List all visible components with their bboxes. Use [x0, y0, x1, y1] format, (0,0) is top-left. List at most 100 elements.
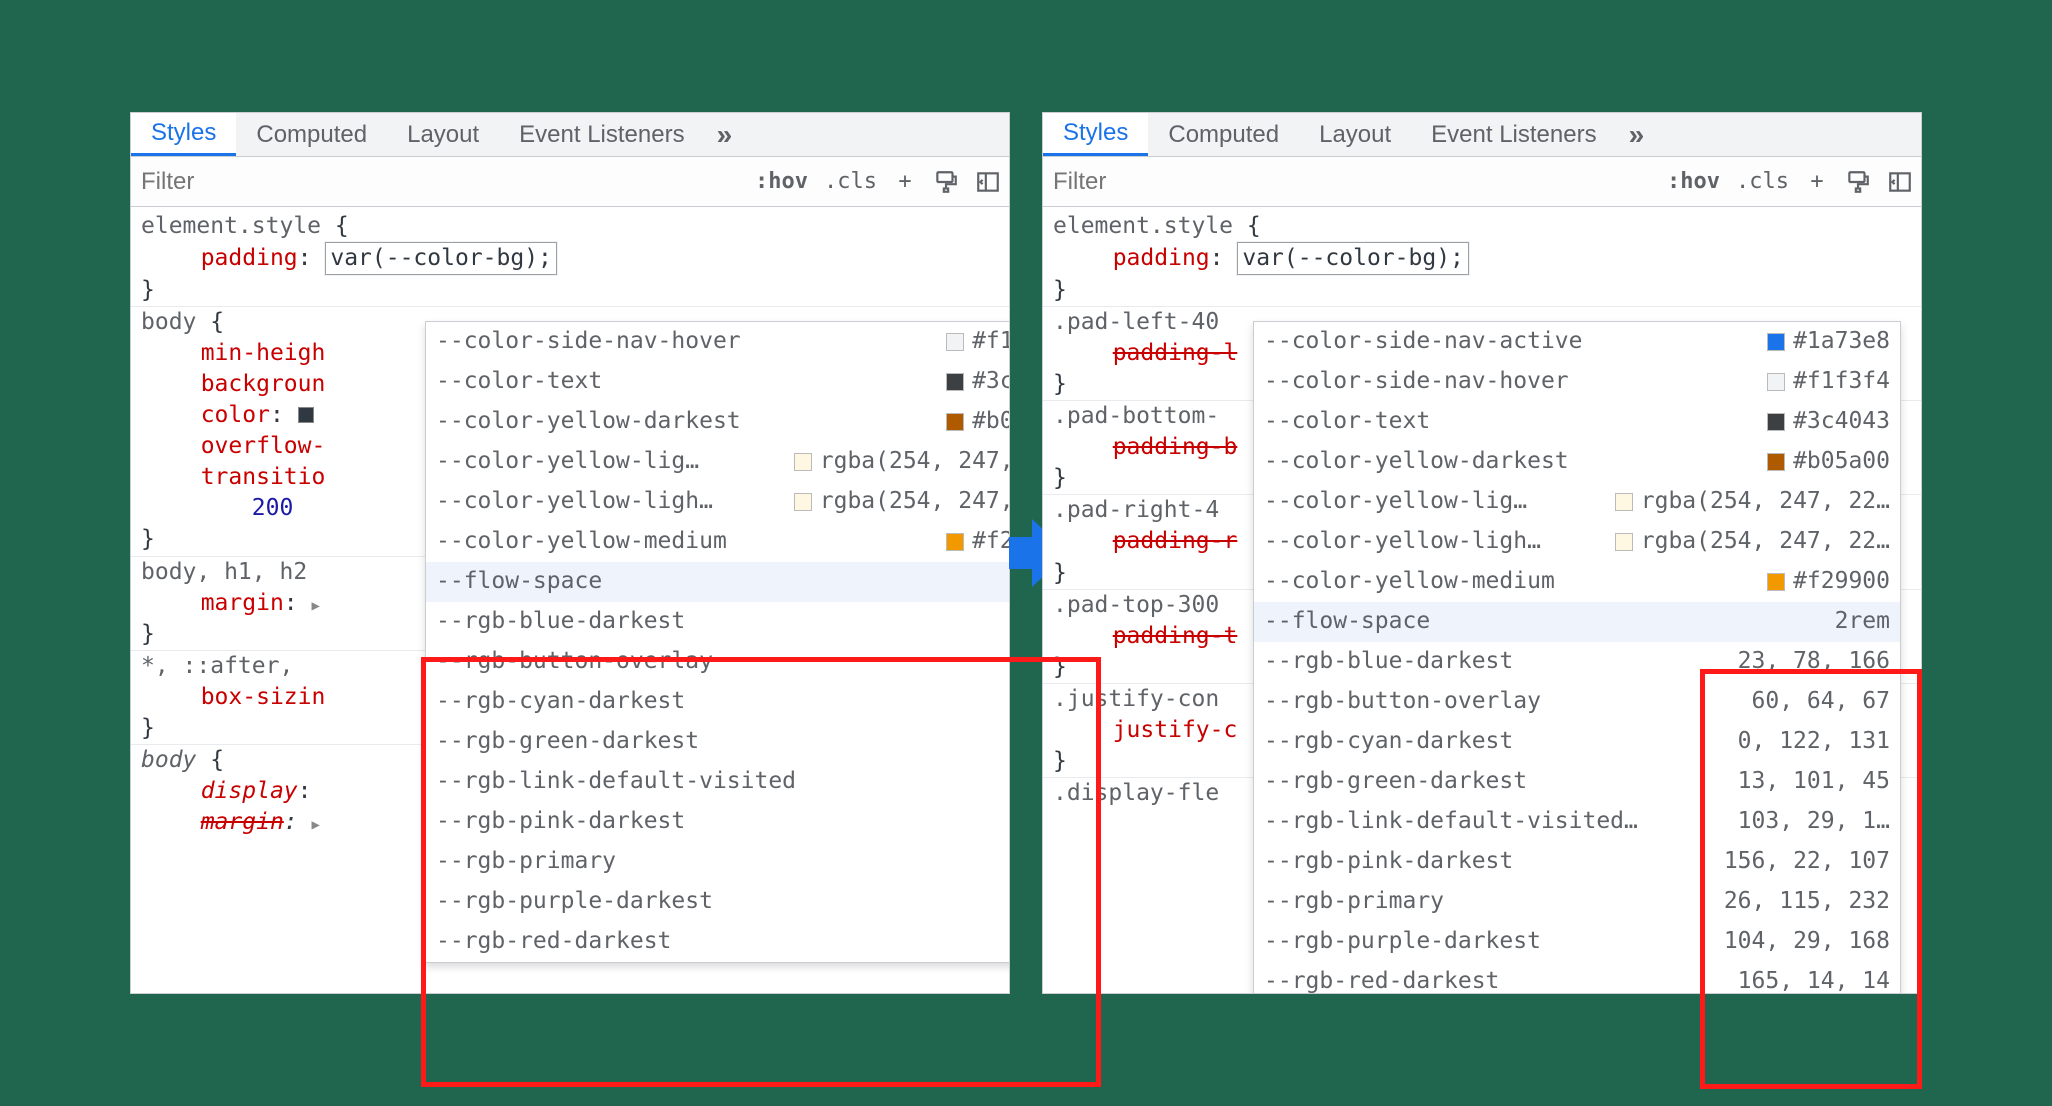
autocomplete-label: --rgb-button-overlay: [1264, 686, 1744, 717]
paint-icon[interactable]: [925, 157, 967, 206]
autocomplete-value: 103, 29, 1…: [1738, 806, 1890, 837]
value-edit-input[interactable]: var(--color-bg);: [1237, 242, 1469, 275]
tab-layout[interactable]: Layout: [387, 113, 499, 156]
autocomplete-label: --rgb-pink-darkest: [436, 806, 1009, 837]
autocomplete-item[interactable]: --color-side-nav-hover #f1f3f4: [426, 322, 1009, 362]
autocomplete-item[interactable]: --color-yellow-medium#f29900: [426, 522, 1009, 562]
autocomplete-value: #f29900: [1793, 566, 1890, 597]
color-swatch-icon: [946, 533, 964, 551]
autocomplete-value: 26, 115, 232: [1724, 886, 1890, 917]
autocomplete-item[interactable]: --rgb-button-overlay: [426, 642, 1009, 682]
autocomplete-label: --color-yellow-darkest: [436, 406, 938, 437]
autocomplete-item[interactable]: --color-text #3c4043: [426, 362, 1009, 402]
autocomplete-value: #3c4043: [1793, 406, 1890, 437]
hov-toggle[interactable]: :hov: [1659, 157, 1728, 206]
tab-computed[interactable]: Computed: [236, 113, 387, 156]
color-swatch-icon: [794, 453, 812, 471]
autocomplete-value: #3c4043: [972, 366, 1009, 397]
autocomplete-item[interactable]: --rgb-pink-darkest156, 22, 107: [1254, 842, 1900, 882]
autocomplete-value: #b05a00: [972, 406, 1009, 437]
autocomplete-item[interactable]: --rgb-pink-darkest: [426, 802, 1009, 842]
color-swatch-icon: [1615, 493, 1633, 511]
autocomplete-item[interactable]: --color-yellow-lig…rgba(254, 247, 22…: [426, 442, 1009, 482]
autocomplete-item[interactable]: --flow-space2rem: [1254, 602, 1900, 642]
autocomplete-label: --rgb-cyan-darkest: [436, 686, 1009, 717]
rules-list: element.style { padding: var(--color-bg)…: [131, 207, 1009, 993]
tabs-overflow[interactable]: »: [705, 113, 745, 156]
autocomplete-label: --rgb-blue-darkest: [1264, 646, 1730, 677]
color-swatch-icon: [1767, 333, 1785, 351]
autocomplete-label: --color-yellow-medium: [436, 526, 938, 557]
new-rule-button[interactable]: +: [1797, 157, 1837, 206]
autocomplete-label: --color-yellow-lig…: [1264, 486, 1607, 517]
filter-input[interactable]: [1043, 168, 1659, 196]
autocomplete-item[interactable]: --rgb-blue-darkest 23, 78, 166: [1254, 642, 1900, 682]
devtools-panel-right: Styles Computed Layout Event Listeners »…: [1042, 112, 1922, 994]
autocomplete-item[interactable]: --rgb-red-darkest165, 14, 14: [1254, 962, 1900, 993]
autocomplete-item[interactable]: --color-text#3c4043: [1254, 402, 1900, 442]
autocomplete-value: 23, 78, 166: [1738, 646, 1890, 677]
autocomplete-label: --color-side-nav-hover: [1264, 366, 1759, 397]
autocomplete-value: rgba(254, 247, 22…: [820, 446, 1009, 477]
autocomplete-label: --rgb-green-darkest: [1264, 766, 1730, 797]
tabs-bar: Styles Computed Layout Event Listeners »: [1043, 113, 1921, 157]
color-swatch-icon: [946, 373, 964, 391]
autocomplete-item[interactable]: --color-yellow-medium#f29900: [1254, 562, 1900, 602]
autocomplete-label: --flow-space: [436, 566, 1009, 597]
autocomplete-value: #f1f3f4: [972, 326, 1009, 357]
autocomplete-item[interactable]: --rgb-blue-darkest: [426, 602, 1009, 642]
panel-toggle-icon[interactable]: [967, 157, 1009, 206]
rule-element-style[interactable]: element.style { padding: var(--color-bg)…: [131, 211, 1009, 306]
autocomplete-label: --rgb-purple-darkest: [1264, 926, 1716, 957]
color-swatch[interactable]: [298, 407, 314, 423]
autocomplete-label: --color-side-nav-hover: [436, 326, 938, 357]
autocomplete-item[interactable]: --rgb-button-overlay60, 64, 67: [1254, 682, 1900, 722]
new-rule-button[interactable]: +: [885, 157, 925, 206]
tabs-overflow[interactable]: »: [1617, 113, 1657, 156]
tab-event-listeners[interactable]: Event Listeners: [1411, 113, 1616, 156]
autocomplete-item[interactable]: --rgb-green-darkest: [426, 722, 1009, 762]
autocomplete-item[interactable]: --color-yellow-ligh…rgba(254, 247, 22…: [1254, 522, 1900, 562]
autocomplete-item[interactable]: --rgb-cyan-darkest: [426, 682, 1009, 722]
tab-computed[interactable]: Computed: [1148, 113, 1299, 156]
autocomplete-label: --color-yellow-darkest: [1264, 446, 1759, 477]
autocomplete-item[interactable]: --rgb-cyan-darkest0, 122, 131: [1254, 722, 1900, 762]
rule-element-style[interactable]: element.style { padding: var(--color-bg)…: [1043, 211, 1921, 306]
autocomplete-item[interactable]: --color-side-nav-hover #f1f3f4: [1254, 362, 1900, 402]
autocomplete-item[interactable]: --rgb-purple-darkest104, 29, 168: [1254, 922, 1900, 962]
autocomplete-item[interactable]: --color-yellow-darkest #b05a00: [426, 402, 1009, 442]
autocomplete-item[interactable]: --rgb-link-default-visited…103, 29, 1…: [1254, 802, 1900, 842]
panel-toggle-icon[interactable]: [1879, 157, 1921, 206]
autocomplete-item[interactable]: --color-yellow-ligh…rgba(254, 247, 22…: [426, 482, 1009, 522]
paint-icon[interactable]: [1837, 157, 1879, 206]
autocomplete-item[interactable]: --rgb-red-darkest: [426, 922, 1009, 962]
autocomplete-item[interactable]: --rgb-primary26, 115, 232: [1254, 882, 1900, 922]
autocomplete-item[interactable]: --color-yellow-lig…rgba(254, 247, 22…: [1254, 482, 1900, 522]
autocomplete-dropdown[interactable]: --color-side-nav-hover #f1f3f4 --color-tex…: [425, 321, 1009, 963]
autocomplete-label: --rgb-link-default-visited: [436, 766, 1009, 797]
filter-input[interactable]: [131, 168, 747, 196]
autocomplete-item[interactable]: --rgb-purple-darkest: [426, 882, 1009, 922]
styles-toolbar: :hov .cls +: [131, 157, 1009, 207]
tab-styles[interactable]: Styles: [1043, 113, 1148, 156]
hov-toggle[interactable]: :hov: [747, 157, 816, 206]
tab-styles[interactable]: Styles: [131, 113, 236, 156]
autocomplete-dropdown[interactable]: --color-side-nav-active#1a73e8--color-si…: [1253, 321, 1901, 993]
tab-layout[interactable]: Layout: [1299, 113, 1411, 156]
autocomplete-item[interactable]: --flow-space: [426, 562, 1009, 602]
autocomplete-item[interactable]: --color-yellow-darkest#b05a00: [1254, 442, 1900, 482]
cls-toggle[interactable]: .cls: [816, 157, 885, 206]
value-edit-input[interactable]: var(--color-bg);: [325, 242, 557, 275]
autocomplete-value: 0, 122, 131: [1738, 726, 1890, 757]
color-swatch-icon: [1615, 533, 1633, 551]
color-swatch-icon: [794, 493, 812, 511]
autocomplete-label: --color-text: [436, 366, 938, 397]
autocomplete-value: #f1f3f4: [1793, 366, 1890, 397]
autocomplete-item[interactable]: --rgb-link-default-visited: [426, 762, 1009, 802]
color-swatch-icon: [946, 413, 964, 431]
autocomplete-item[interactable]: --rgb-green-darkest13, 101, 45: [1254, 762, 1900, 802]
autocomplete-item[interactable]: --rgb-primary: [426, 842, 1009, 882]
autocomplete-item[interactable]: --color-side-nav-active#1a73e8: [1254, 322, 1900, 362]
cls-toggle[interactable]: .cls: [1728, 157, 1797, 206]
tab-event-listeners[interactable]: Event Listeners: [499, 113, 704, 156]
